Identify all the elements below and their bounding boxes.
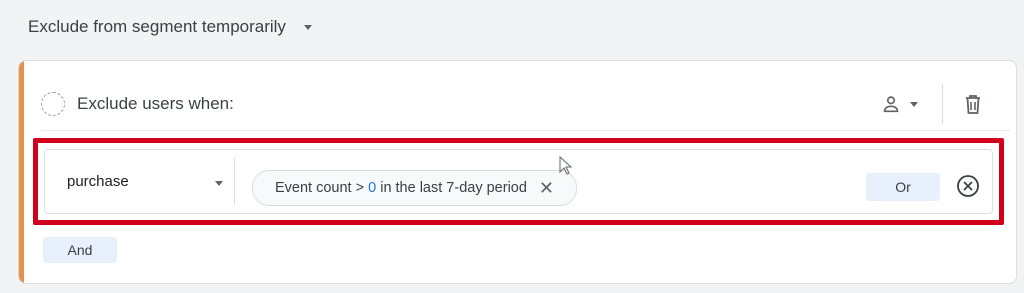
scope-person-button[interactable] [874,93,924,115]
chip-count-value: 0 [368,180,377,196]
chip-label: Event count > 0 in the last 7-day period [275,180,527,196]
mouse-cursor-icon [559,156,573,175]
or-button[interactable]: Or [866,173,940,201]
remove-circle-icon [957,175,979,197]
delete-group-button[interactable] [963,93,983,115]
person-icon [883,96,899,113]
header-divider [41,130,1010,131]
row-divider [234,158,235,205]
condition-row: purchase Event count > 0 in the last 7-d… [44,149,993,214]
card-header: Exclude users when: [41,84,1001,124]
event-parameter-chip[interactable]: Event count > 0 in the last 7-day period… [252,170,578,206]
exclusion-scope-dropdown[interactable]: Exclude from segment temporarily [28,14,312,40]
exclude-users-label: Exclude users when: [77,94,234,113]
header-divider-vertical [942,84,943,124]
dashed-circle-icon [41,92,65,116]
dropdown-caret-icon [303,24,312,30]
trash-icon [966,95,980,114]
event-name-dropdown[interactable]: purchase [67,150,227,213]
remove-condition-button[interactable] [956,174,980,203]
card-accent-bar [19,61,24,283]
header-actions [874,84,983,124]
and-button[interactable]: And [43,237,117,263]
event-name-value: purchase [67,173,129,190]
person-dropdown-caret-icon [910,101,918,107]
exclude-condition-card: Exclude users when: purchase Event count… [18,60,1017,284]
close-icon[interactable]: ✕ [539,179,554,197]
event-dropdown-caret-icon [215,181,223,186]
highlighted-condition-box: purchase Event count > 0 in the last 7-d… [33,138,1004,225]
exclusion-scope-label: Exclude from segment temporarily [28,17,286,36]
